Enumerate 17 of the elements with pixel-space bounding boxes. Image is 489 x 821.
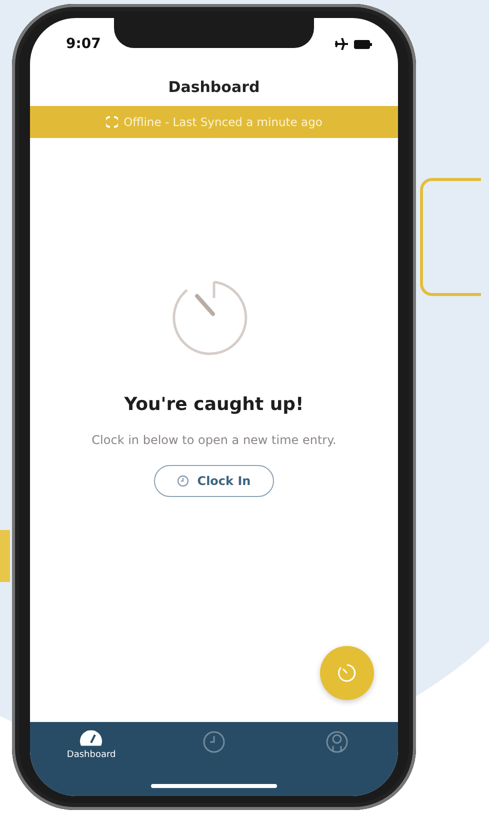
speedometer-icon bbox=[80, 730, 102, 746]
sync-icon bbox=[106, 116, 118, 128]
bar-decoration bbox=[0, 530, 10, 582]
clock-icon bbox=[177, 475, 190, 487]
airplane-icon bbox=[335, 38, 348, 50]
battery-icon bbox=[354, 40, 372, 48]
clock-icon bbox=[202, 730, 226, 754]
banner-text: Offline - Last Synced a minute ago bbox=[124, 115, 322, 129]
person-icon bbox=[324, 730, 349, 754]
stopwatch-icon bbox=[337, 663, 357, 683]
empty-message: Clock in below to open a new time entry. bbox=[92, 433, 336, 447]
tab[interactable]: Dashboard bbox=[46, 730, 136, 796]
empty-heading: You're caught up! bbox=[124, 394, 304, 415]
screen-title: Dashboard bbox=[167, 77, 261, 98]
clock-fab-button[interactable] bbox=[320, 646, 374, 700]
clock-in-button[interactable]: Clock In bbox=[154, 465, 274, 497]
status-time: 9:07 bbox=[66, 36, 101, 52]
